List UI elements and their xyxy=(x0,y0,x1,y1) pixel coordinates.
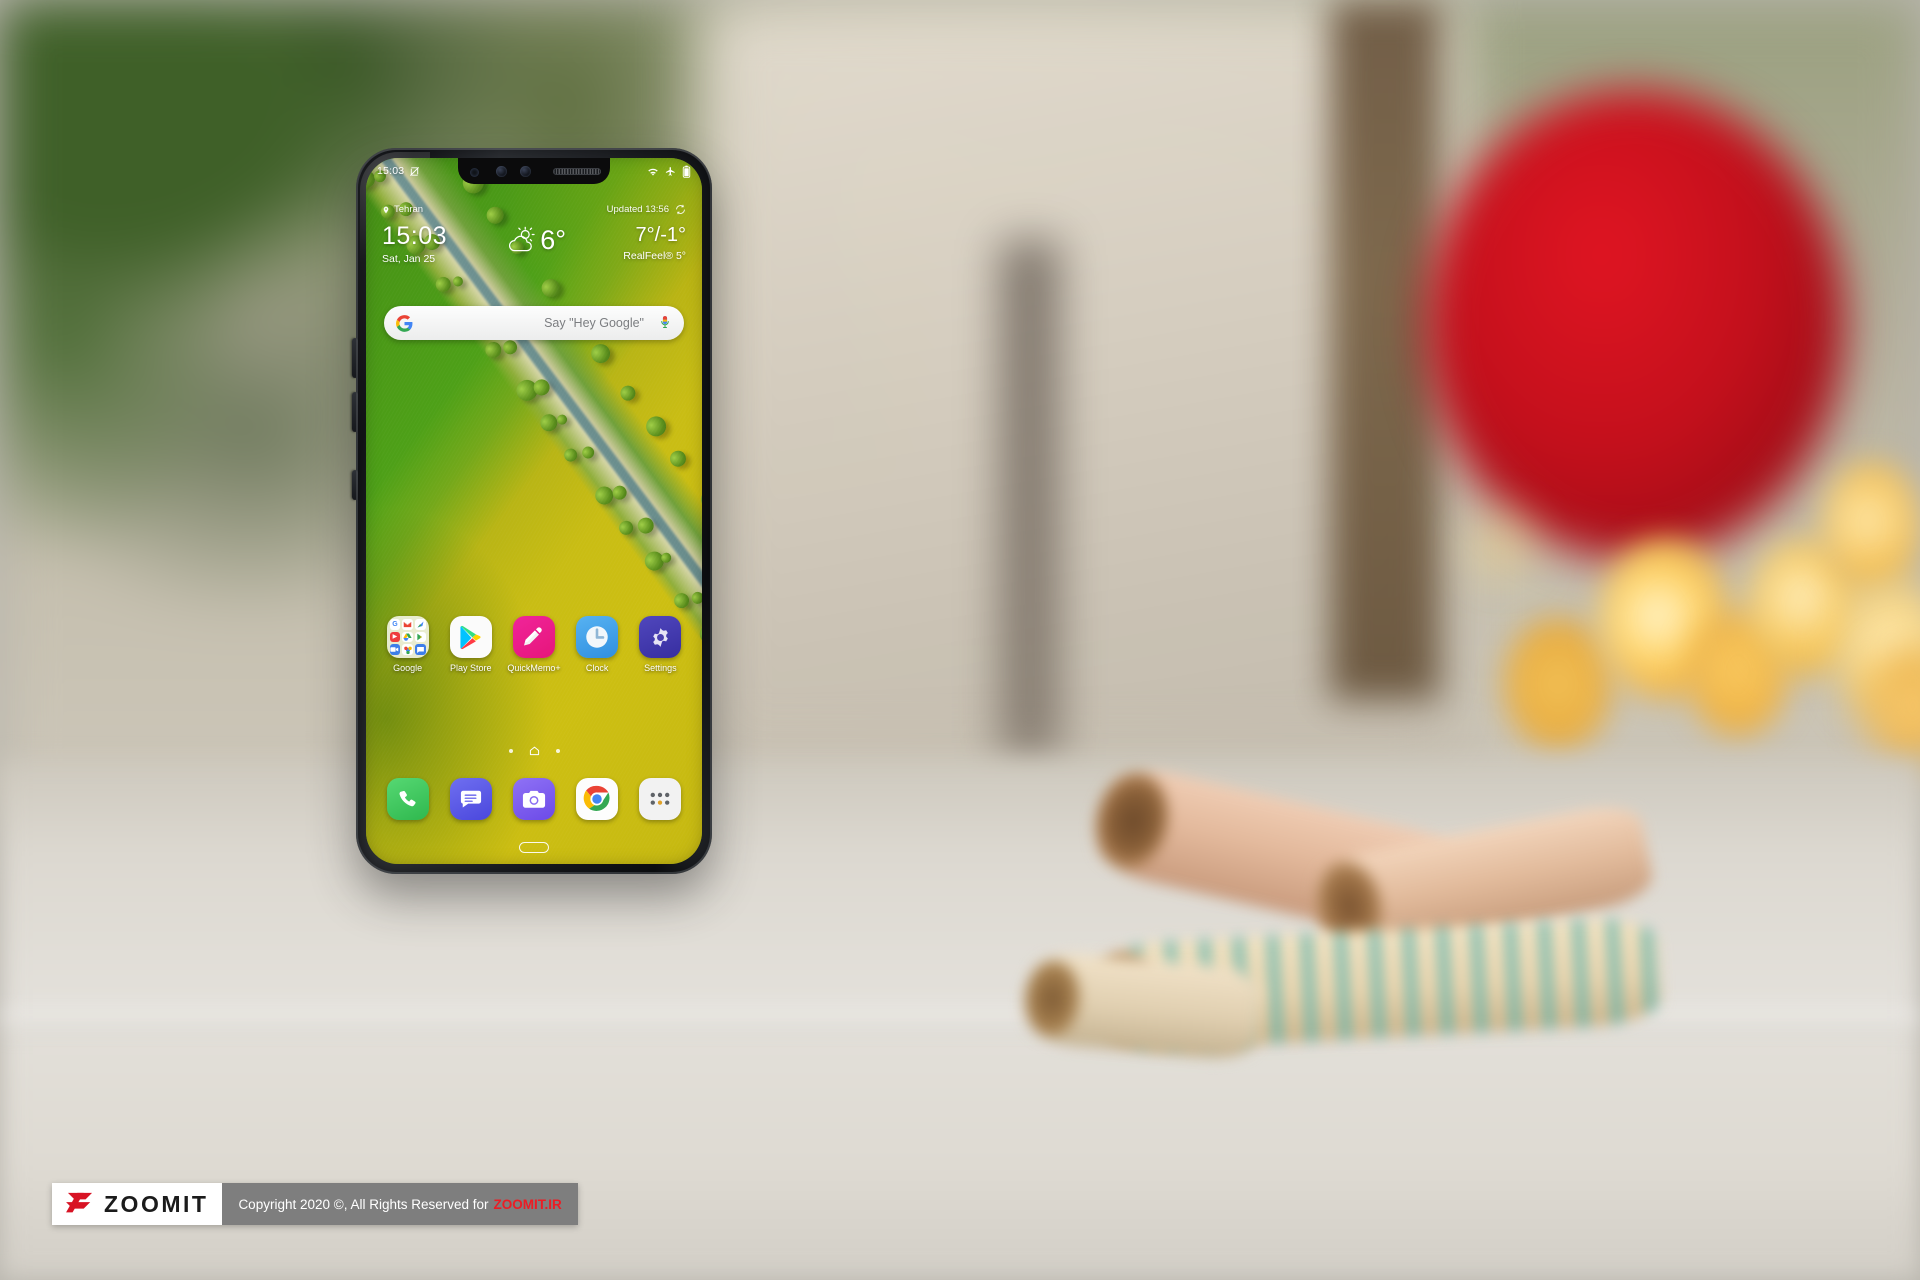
app-label: Google xyxy=(393,663,423,673)
zoomit-z-logo xyxy=(66,1192,93,1213)
camera-icon[interactable] xyxy=(512,778,555,820)
status-bar-clock: 15:03 xyxy=(377,165,405,177)
page-dot[interactable] xyxy=(555,749,560,753)
volume-up-button[interactable] xyxy=(352,338,358,378)
weather-realfeel: RealFeel® 5° xyxy=(623,250,686,262)
weather-updated-label: Updated 13:56 xyxy=(606,204,669,215)
wifi-icon xyxy=(648,168,658,176)
quickmemo-icon xyxy=(512,616,555,658)
weather-location: Tehran xyxy=(382,204,423,215)
watermark-logo: ZOOMIT xyxy=(52,1183,223,1225)
bokeh-light xyxy=(1822,462,1920,590)
status-bar-right xyxy=(647,165,691,178)
app-label: Clock xyxy=(585,663,609,673)
widget-clock-date: Sat, Jan 25 xyxy=(382,253,436,265)
weather-condition: 6° xyxy=(504,226,566,254)
mute-icon xyxy=(410,166,420,176)
weather-widget-body: 15:03 Sat, Jan 25 6° 7°/-1° RealFeel® 5° xyxy=(382,222,686,266)
weather-updated: Updated 13:56 xyxy=(607,204,686,215)
weather-extra: 7°/-1° RealFeel® 5° xyxy=(623,225,686,262)
weather-widget[interactable]: Tehran Updated 13:56 15:03 Sat, Jan 25 6… xyxy=(366,204,702,265)
google-search-bar[interactable]: Say "Hey Google" xyxy=(384,306,684,340)
watermark-site: ZOOMIT.IR xyxy=(493,1196,562,1212)
app-play-store[interactable]: Play Store xyxy=(445,616,497,673)
battery-icon xyxy=(682,165,691,178)
assistant-button[interactable] xyxy=(352,470,358,500)
app-drawer-icon[interactable] xyxy=(639,778,682,820)
widget-clock: 15:03 Sat, Jan 25 xyxy=(382,222,448,266)
airplane-mode-icon xyxy=(665,166,675,176)
settings-gear-icon xyxy=(639,616,682,658)
bokeh-light xyxy=(1504,618,1612,750)
home-app-row: G ▶ Google Play Store QuickMemo+ Clock S… xyxy=(366,616,702,673)
google-g-icon xyxy=(396,314,413,332)
page-dot[interactable] xyxy=(508,749,513,753)
page-indicator xyxy=(366,746,702,756)
widget-clock-time: 15:03 xyxy=(382,222,448,250)
background-red-object xyxy=(1425,90,1845,560)
google-folder-icon: G ▶ xyxy=(386,616,429,658)
app-label: Settings xyxy=(644,663,677,673)
messages-icon[interactable] xyxy=(449,778,492,820)
app-label: QuickMemo+ xyxy=(507,663,561,673)
watermark-brand: ZOOMIT xyxy=(104,1190,209,1217)
bokeh-light xyxy=(1458,498,1544,594)
weather-location-label: Tehran xyxy=(394,204,424,215)
screenshot-stage: 15:03 Tehran Updated 13:56 15:03 Sat, Ja… xyxy=(0,0,1920,1280)
partly-cloudy-icon xyxy=(509,226,535,252)
weather-high-low: 7°/-1° xyxy=(635,224,686,246)
search-placeholder: Say "Hey Google" xyxy=(544,316,644,330)
home-icon[interactable] xyxy=(529,746,540,756)
play-store-icon xyxy=(449,616,492,658)
background-post-secondary xyxy=(1000,240,1060,760)
weather-current-temp: 6° xyxy=(540,224,567,255)
weather-widget-header: Tehran Updated 13:56 xyxy=(382,204,686,215)
app-settings[interactable]: Settings xyxy=(634,616,686,673)
app-google-folder[interactable]: G ▶ Google xyxy=(382,616,434,673)
watermark-copyright-text: Copyright 2020 ©, All Rights Reserved fo… xyxy=(238,1196,489,1212)
volume-down-button[interactable] xyxy=(352,392,358,432)
watermark: ZOOMIT Copyright 2020 ©, All Rights Rese… xyxy=(52,1183,578,1225)
app-quickmemo[interactable]: QuickMemo+ xyxy=(507,616,561,673)
app-clock[interactable]: Clock xyxy=(571,616,623,673)
background-scene xyxy=(0,0,1920,1280)
phone-icon[interactable] xyxy=(386,778,429,820)
background-wooden-post xyxy=(1330,0,1440,700)
microphone-icon[interactable] xyxy=(658,315,672,331)
location-pin-icon xyxy=(383,206,389,213)
watermark-copyright: Copyright 2020 ©, All Rights Reserved fo… xyxy=(222,1183,578,1225)
home-gesture-pill[interactable] xyxy=(519,842,549,853)
refresh-icon[interactable] xyxy=(675,204,686,215)
chrome-icon[interactable] xyxy=(576,778,619,820)
status-bar: 15:03 xyxy=(366,158,702,184)
phone-screen: 15:03 Tehran Updated 13:56 15:03 Sat, Ja… xyxy=(366,158,702,864)
smartphone-device: 15:03 Tehran Updated 13:56 15:03 Sat, Ja… xyxy=(352,148,712,874)
status-bar-left: 15:03 xyxy=(377,165,420,177)
dock-bar xyxy=(366,778,702,820)
clock-icon xyxy=(576,616,619,658)
app-label: Play Store xyxy=(450,663,492,673)
